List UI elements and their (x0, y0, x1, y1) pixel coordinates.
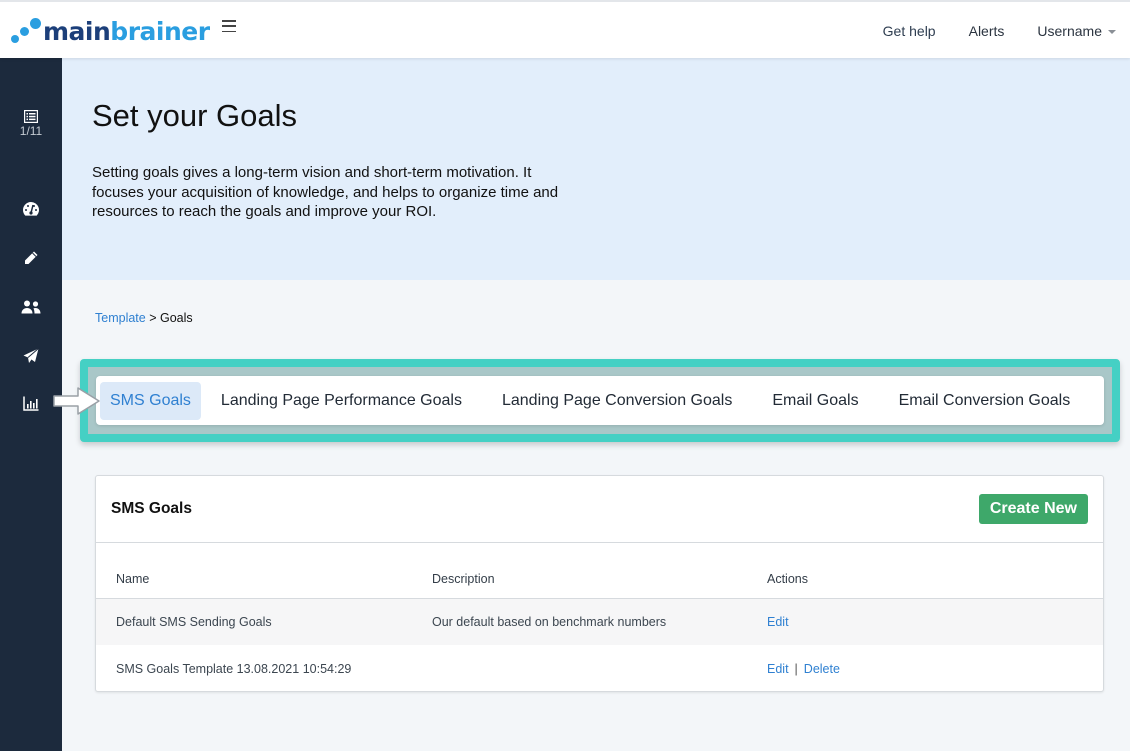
cell-name: SMS Goals Template 13.08.2021 10:54:29 (116, 661, 352, 676)
pencil-icon (25, 251, 38, 264)
username-label: Username (1037, 23, 1102, 39)
edit-link[interactable]: Edit (767, 615, 789, 629)
action-separator: | (794, 661, 798, 676)
breadcrumb-current: Goals (159, 311, 193, 325)
checklist-icon (24, 110, 38, 123)
sms-goals-card: SMS Goals Create New Name Description Ac… (95, 475, 1104, 692)
breadcrumb-separator: > (145, 311, 160, 325)
cell-actions: Edit | Delete (767, 645, 1103, 692)
breadcrumb: Template > Goals (95, 311, 193, 325)
sidebar-item-edit[interactable] (0, 250, 62, 266)
cell-name: Default SMS Sending Goals (96, 598, 432, 645)
goals-table: Name Description Actions Default SMS Sen… (96, 543, 1103, 692)
page-description: Setting goals gives a long-term vision a… (92, 164, 559, 220)
tab-email-goals[interactable]: Email Goals (762, 382, 868, 420)
page-title: Set your Goals (92, 98, 298, 133)
logo-dots-icon (10, 16, 42, 46)
tab-sms-goals[interactable]: SMS Goals (100, 381, 201, 420)
goal-tabs: SMS Goals Landing Page Performance Goals… (96, 376, 1104, 425)
edit-link[interactable]: Edit (767, 662, 789, 676)
sidebar-item-contacts[interactable] (0, 300, 62, 314)
top-nav: Get help Alerts Username (850, 2, 1116, 60)
get-help-link[interactable]: Get help (883, 23, 936, 39)
table-row: SMS Goals Template 13.08.2021 10:54:29 E… (96, 645, 1103, 692)
cell-actions: Edit (767, 598, 1103, 645)
breadcrumb-template-link[interactable]: Template (95, 311, 146, 325)
pointer-arrow-icon (53, 387, 100, 415)
logo-text: mainbrainer (43, 16, 210, 46)
dashboard-icon (23, 202, 39, 216)
alerts-link[interactable]: Alerts (969, 23, 1005, 39)
top-bar: mainbrainer Get help Alerts Username (0, 0, 1130, 58)
column-header-name: Name (96, 543, 432, 599)
cell-description: Our default based on benchmark numbers (432, 598, 767, 645)
paper-plane-icon (23, 348, 39, 363)
card-title: SMS Goals (111, 500, 192, 517)
sidebar-item-campaigns[interactable] (0, 348, 62, 364)
logo[interactable]: mainbrainer (10, 14, 210, 48)
tab-email-conversion-goals[interactable]: Email Conversion Goals (889, 382, 1081, 420)
tab-landing-page-conversion-goals[interactable]: Landing Page Conversion Goals (492, 382, 742, 420)
create-new-button[interactable]: Create New (978, 494, 1088, 524)
sidebar-item-checklist[interactable]: 1/11 (0, 110, 62, 138)
tab-landing-page-performance-goals[interactable]: Landing Page Performance Goals (211, 382, 472, 420)
user-menu[interactable]: Username (1037, 23, 1116, 39)
table-header-row: Name Description Actions (96, 543, 1103, 599)
card-header: SMS Goals Create New (96, 476, 1103, 543)
cell-description (432, 645, 767, 692)
table-row: Default SMS Sending Goals Our default ba… (96, 598, 1103, 645)
menu-toggle-icon[interactable] (222, 20, 236, 32)
sidebar-item-dashboard[interactable] (0, 201, 62, 217)
hero-banner: Set your Goals Setting goals gives a lon… (62, 58, 1130, 280)
column-header-description: Description (432, 543, 767, 599)
users-icon (21, 300, 41, 314)
column-header-actions: Actions (767, 543, 1103, 599)
step-counter: 1/11 (19, 124, 43, 138)
caret-down-icon (1108, 30, 1116, 35)
delete-link[interactable]: Delete (804, 662, 840, 676)
bar-chart-icon (23, 396, 39, 411)
